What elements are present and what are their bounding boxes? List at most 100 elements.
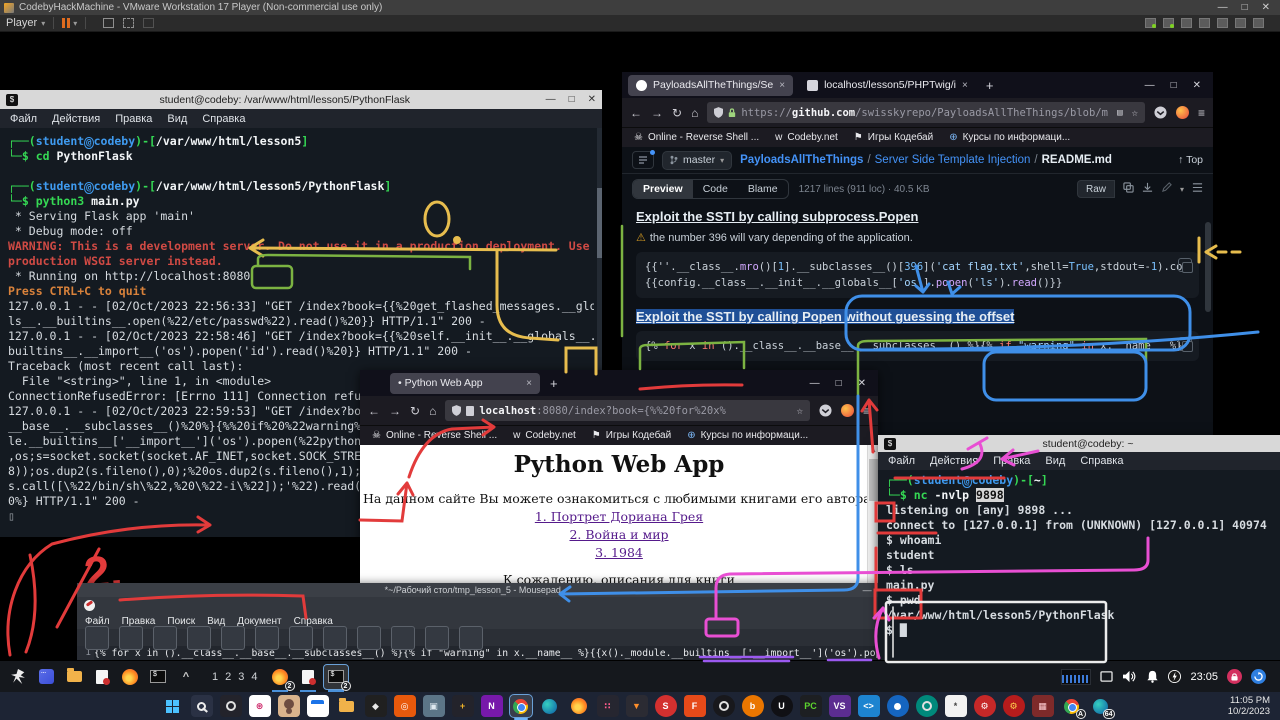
- workspace-number[interactable]: 2: [225, 671, 231, 683]
- apps-launcher-icon[interactable]: [34, 665, 58, 689]
- copy-code-icon[interactable]: [1178, 258, 1192, 272]
- home-icon[interactable]: ⌂: [429, 404, 436, 418]
- obs-app-icon[interactable]: [713, 695, 735, 717]
- new-document-icon[interactable]: [85, 626, 109, 650]
- assistant-app-icon[interactable]: [278, 695, 300, 717]
- branch-selector[interactable]: master ▾: [662, 151, 732, 170]
- bookmark-item[interactable]: ⊕Курсы по информаци...: [949, 132, 1070, 143]
- vscode-app-icon[interactable]: <>: [858, 695, 880, 717]
- copy-raw-icon[interactable]: [1123, 180, 1134, 198]
- display-device-icon[interactable]: [1253, 18, 1264, 28]
- forward-icon[interactable]: →: [389, 404, 401, 418]
- raw-button[interactable]: Raw: [1077, 180, 1115, 198]
- chrome-a-app-icon[interactable]: A: [1061, 695, 1083, 717]
- bookmark-item[interactable]: ☠Online - Reverse Shell ...: [372, 430, 497, 441]
- suspend-vm-button[interactable]: [62, 18, 70, 28]
- mousepad-menu-item[interactable]: Документ: [237, 616, 281, 627]
- terminal-menu-item[interactable]: Файл: [10, 113, 37, 125]
- workspace-number[interactable]: 3: [238, 671, 244, 683]
- start-button[interactable]: [162, 695, 184, 717]
- pocket-icon[interactable]: [819, 404, 832, 417]
- terminal-window-button[interactable]: 2: [324, 665, 348, 689]
- tab-close-icon[interactable]: ×: [779, 80, 785, 91]
- url-bar[interactable]: https://github.com/swisskyrepo/PayloadsA…: [707, 102, 1145, 123]
- firefox-account-icon[interactable]: [1176, 106, 1189, 119]
- bookmark-item[interactable]: wCodeby.net: [775, 132, 838, 143]
- cpu-graph[interactable]: [1061, 669, 1091, 685]
- breadcrumb-dir-link[interactable]: Server Side Template Injection: [875, 154, 1031, 166]
- maximize-button[interactable]: □: [569, 94, 575, 105]
- firefox-launcher-icon[interactable]: [118, 665, 142, 689]
- file-view-tab[interactable]: Preview: [633, 180, 693, 198]
- search-button[interactable]: [191, 695, 213, 717]
- undo-icon[interactable]: [255, 626, 279, 650]
- red-grid-app-icon[interactable]: ▦: [1032, 695, 1054, 717]
- reader-view-icon[interactable]: ▤: [1117, 108, 1122, 118]
- terminal-menu-item[interactable]: Действия: [52, 113, 100, 125]
- mousepad-window-button[interactable]: [296, 665, 320, 689]
- onenote-app-icon[interactable]: N: [481, 695, 503, 717]
- terminal-menu-item[interactable]: Правка: [993, 455, 1030, 467]
- show-more-chevron-icon[interactable]: ^: [174, 665, 198, 689]
- minimize-button[interactable]: —: [863, 585, 872, 595]
- blender-app-icon[interactable]: b: [742, 695, 764, 717]
- url-bar[interactable]: localhost:8080/index?book={%%20for%20x% …: [445, 400, 810, 421]
- power-status-icon[interactable]: [1168, 670, 1181, 683]
- file-tree-icon[interactable]: [632, 151, 654, 169]
- media-app-icon[interactable]: ∷: [597, 695, 619, 717]
- book-link[interactable]: 3. 1984: [360, 545, 878, 560]
- send-ctrl-alt-del-icon[interactable]: [103, 18, 114, 28]
- visual-studio-app-icon[interactable]: VS: [829, 695, 851, 717]
- minimize-button[interactable]: —: [1145, 80, 1155, 91]
- bookmark-star-icon[interactable]: ☆: [1132, 107, 1138, 119]
- search-replace-icon[interactable]: [459, 626, 483, 650]
- ssti-popen-heading[interactable]: Exploit the SSTI by calling Popen withou…: [636, 309, 1014, 324]
- fullscreen-icon[interactable]: [123, 18, 134, 28]
- minimize-button[interactable]: —: [810, 378, 820, 389]
- carrot-app-icon[interactable]: ▼: [626, 695, 648, 717]
- dark-app-icon[interactable]: ◆: [365, 695, 387, 717]
- tab-close-icon[interactable]: ×: [962, 80, 968, 91]
- camtasia-app-icon[interactable]: [916, 695, 938, 717]
- printer-device-icon[interactable]: [1235, 18, 1246, 28]
- chrome-app-icon[interactable]: [510, 695, 532, 717]
- map-pin-app-icon[interactable]: [887, 695, 909, 717]
- file-manager-icon[interactable]: [62, 665, 86, 689]
- close-file-icon[interactable]: [221, 626, 245, 650]
- bookmark-item[interactable]: wCodeby.net: [513, 430, 576, 441]
- f-app-icon[interactable]: F: [684, 695, 706, 717]
- firefox-app-icon[interactable]: [568, 695, 590, 717]
- bookmark-item[interactable]: ⊕Курсы по информаци...: [687, 430, 808, 441]
- mousepad-menu-item[interactable]: Справка: [294, 616, 333, 627]
- calendar-app-icon[interactable]: [307, 695, 329, 717]
- bookmark-star-icon[interactable]: ☆: [797, 405, 803, 417]
- pocket-icon[interactable]: [1154, 106, 1167, 119]
- terminal-menu-item[interactable]: Файл: [888, 455, 915, 467]
- orange-ring-app-icon[interactable]: ◎: [394, 695, 416, 717]
- tab-payloadsallthethings[interactable]: PayloadsAllTheThings/Se ×: [628, 75, 793, 96]
- unreal-app-icon[interactable]: U: [771, 695, 793, 717]
- mousepad-menu-item[interactable]: Вид: [207, 616, 225, 627]
- download-icon[interactable]: [1142, 180, 1153, 198]
- network-device-icon[interactable]: [1181, 18, 1192, 28]
- reload-icon[interactable]: ↻: [672, 106, 682, 120]
- terminal-launcher-icon[interactable]: [146, 665, 170, 689]
- close-button[interactable]: ✕: [588, 94, 596, 105]
- copy-icon[interactable]: [357, 626, 381, 650]
- tab-close-icon[interactable]: ×: [526, 378, 532, 389]
- vmware-app-icon[interactable]: ▣: [423, 695, 445, 717]
- search-icon[interactable]: [425, 626, 449, 650]
- arrows-app-icon[interactable]: +: [452, 695, 474, 717]
- book-link[interactable]: 2. Война и мир: [360, 527, 878, 542]
- forward-icon[interactable]: →: [651, 106, 663, 120]
- vm-maximize-button[interactable]: □: [1242, 2, 1248, 13]
- workspace-number[interactable]: 1: [212, 671, 218, 683]
- mousepad-menu-item[interactable]: Файл: [85, 616, 110, 627]
- notification-bell-icon[interactable]: [1146, 670, 1159, 683]
- windows-clock[interactable]: 11:05 PM 10/2/2023: [1228, 695, 1270, 717]
- close-button[interactable]: ✕: [858, 378, 866, 389]
- kali-clock[interactable]: 23:05: [1190, 671, 1218, 683]
- edge-64-app-icon[interactable]: 64: [1090, 695, 1112, 717]
- new-tab-button[interactable]: +: [986, 78, 994, 93]
- tab-python-web-app[interactable]: • Python Web App ×: [390, 373, 540, 394]
